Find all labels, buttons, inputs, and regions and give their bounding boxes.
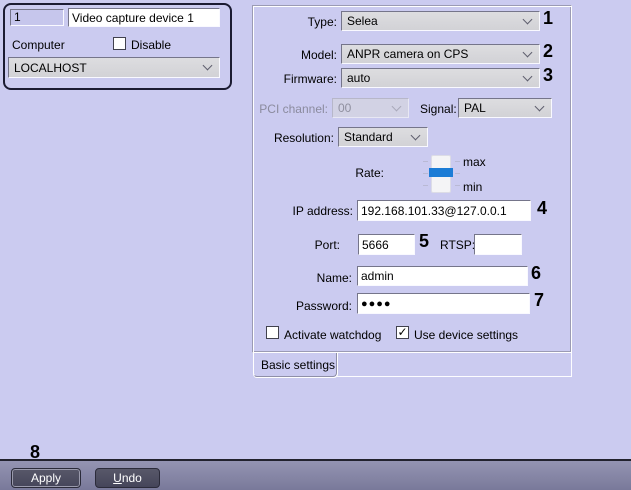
rtsp-input[interactable]	[474, 234, 522, 255]
signal-label: Signal:	[420, 102, 457, 116]
rate-slider-handle[interactable]	[429, 168, 453, 177]
slider-tick	[423, 173, 428, 174]
undo-label-rest: ndo	[121, 471, 142, 485]
rate-max-label: max	[463, 155, 486, 169]
disable-checkbox[interactable]	[113, 37, 126, 50]
checkmark-icon: ✓	[397, 325, 408, 339]
disable-label: Disable	[131, 38, 172, 52]
signal-select[interactable]: PAL	[458, 98, 552, 118]
annotation-2: 2	[543, 41, 554, 61]
tab-basic-settings[interactable]: Basic settings	[253, 353, 337, 377]
computer-label: Computer	[12, 38, 65, 52]
resolution-label: Resolution:	[273, 131, 334, 145]
chevron-down-icon	[410, 130, 421, 140]
activate-watchdog-checkbox[interactable]	[266, 326, 279, 339]
resolution-select-value: Standard	[344, 130, 393, 144]
slider-tick	[423, 161, 428, 162]
use-device-settings-label: Use device settings	[414, 328, 519, 342]
device-id-field[interactable]: 1	[10, 9, 64, 26]
model-select-value: ANPR camera on CPS	[347, 47, 469, 61]
apply-button[interactable]: Apply	[11, 468, 81, 488]
undo-button[interactable]: Undo	[95, 468, 160, 488]
chevron-down-icon	[534, 101, 545, 111]
slider-tick	[423, 185, 428, 186]
computer-select-value: LOCALHOST	[14, 60, 87, 75]
use-device-settings-checkbox[interactable]: ✓	[396, 326, 409, 339]
slider-tick	[455, 185, 460, 186]
model-label: Model:	[300, 48, 337, 62]
firmware-select[interactable]: auto	[341, 68, 540, 88]
pci-channel-select-value: 00	[338, 101, 352, 115]
slider-tick	[455, 161, 460, 162]
type-select-value: Selea	[347, 14, 378, 28]
password-input[interactable]	[357, 293, 530, 314]
firmware-select-value: auto	[347, 71, 371, 85]
device-name-input[interactable]	[68, 8, 220, 27]
resolution-select[interactable]: Standard	[338, 127, 428, 147]
annotation-3: 3	[543, 65, 554, 85]
type-select[interactable]: Selea	[341, 11, 540, 31]
type-label: Type:	[307, 15, 337, 29]
password-label: Password:	[295, 299, 352, 313]
signal-select-value: PAL	[464, 101, 486, 115]
rate-label: Rate:	[355, 166, 384, 180]
port-input[interactable]	[358, 234, 415, 255]
annotation-7: 7	[534, 290, 545, 310]
undo-accelerator: U	[113, 471, 122, 485]
annotation-1: 1	[543, 8, 554, 28]
chevron-down-icon	[522, 71, 533, 81]
model-select[interactable]: ANPR camera on CPS	[341, 44, 540, 64]
slider-tick	[455, 173, 460, 174]
chevron-down-icon	[522, 14, 533, 24]
annotation-5: 5	[419, 231, 430, 251]
ip-address-input[interactable]	[357, 200, 531, 221]
name-input[interactable]	[357, 266, 528, 286]
name-label: Name:	[316, 271, 352, 285]
port-label: Port:	[314, 238, 340, 252]
panel-edge-line	[571, 353, 572, 377]
rtsp-label: RTSP:	[440, 238, 476, 252]
rate-min-label: min	[463, 180, 483, 194]
computer-select[interactable]: LOCALHOST	[8, 57, 220, 78]
ip-address-label: IP address:	[292, 204, 353, 218]
activate-watchdog-label: Activate watchdog	[284, 328, 382, 342]
pci-channel-select: 00	[332, 98, 409, 118]
pci-channel-label: PCI channel:	[259, 102, 328, 116]
chevron-down-icon	[202, 60, 213, 71]
video-capture-device-settings: 1 Computer Disable LOCALHOST Basic setti…	[0, 0, 631, 490]
annotation-6: 6	[531, 263, 542, 283]
annotation-4: 4	[537, 198, 548, 218]
firmware-label: Firmware:	[283, 72, 337, 86]
tabstrip-bottom-line	[337, 376, 572, 377]
chevron-down-icon	[391, 101, 402, 111]
chevron-down-icon	[522, 47, 533, 57]
